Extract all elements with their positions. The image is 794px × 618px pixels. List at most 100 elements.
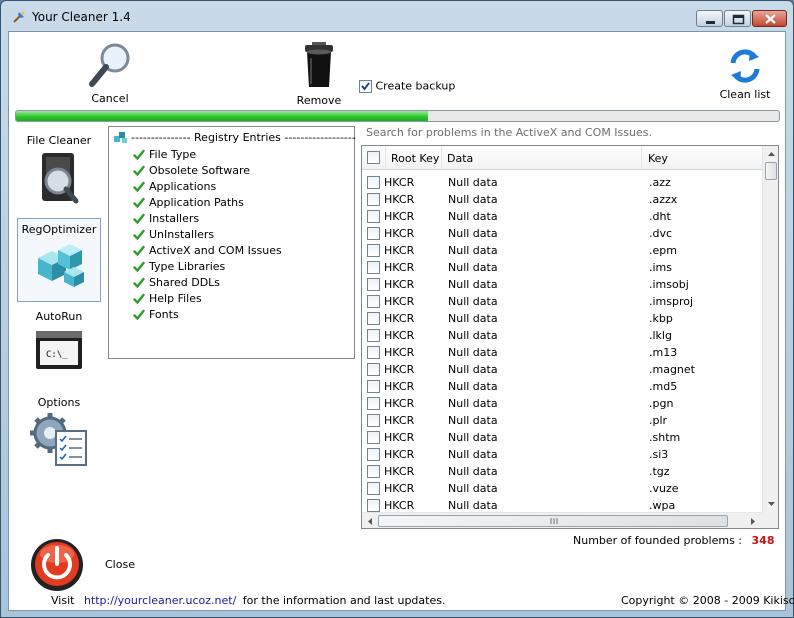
header-key[interactable]: Key xyxy=(642,146,762,170)
cell-key: .ims xyxy=(649,261,672,274)
close-button[interactable] xyxy=(29,537,85,596)
select-all-checkbox[interactable] xyxy=(367,151,380,164)
scroll-up-icon[interactable] xyxy=(763,148,779,160)
problem-count-value: 348 xyxy=(751,534,775,547)
green-check-icon[interactable] xyxy=(133,213,145,225)
cell-root-key: HKCR xyxy=(384,397,415,410)
scroll-left-icon[interactable] xyxy=(364,513,376,529)
table-row[interactable]: HKCR Null data .dvc xyxy=(362,225,762,242)
sidebar-item-label: AutoRun xyxy=(35,310,83,323)
horizontal-scrollbar[interactable] xyxy=(362,512,762,529)
problem-count: Number of founded problems : 348 xyxy=(573,534,774,547)
cell-root-key: HKCR xyxy=(384,261,415,274)
cell-key: .imsobj xyxy=(649,278,689,291)
table-row[interactable]: HKCR Null data .plr xyxy=(362,412,762,429)
row-checkbox[interactable] xyxy=(367,465,380,478)
cell-root-key: HKCR xyxy=(384,363,415,376)
trash-can-icon xyxy=(305,42,333,87)
green-check-icon[interactable] xyxy=(133,165,145,177)
create-backup-option[interactable]: Create backup xyxy=(359,79,455,93)
cell-root-key: HKCR xyxy=(384,329,415,342)
row-checkbox[interactable] xyxy=(367,448,380,461)
cell-data: Null data xyxy=(448,465,498,478)
green-check-icon[interactable] xyxy=(133,293,145,305)
green-check-icon[interactable] xyxy=(133,229,145,241)
sidebar-item-options[interactable]: Options xyxy=(17,392,101,474)
header-data[interactable]: Data xyxy=(442,146,642,170)
row-checkbox[interactable] xyxy=(367,499,380,512)
header-select-all[interactable] xyxy=(362,146,386,170)
row-checkbox[interactable] xyxy=(367,380,380,393)
green-check-icon[interactable] xyxy=(133,261,145,273)
vertical-scroll-thumb[interactable] xyxy=(765,162,777,180)
row-checkbox[interactable] xyxy=(367,193,380,206)
row-checkbox[interactable] xyxy=(367,397,380,410)
table-row[interactable]: HKCR Null data .vuze xyxy=(362,480,762,497)
title-bar[interactable]: Your Cleaner 1.4 xyxy=(1,1,793,31)
cancel-button[interactable]: Cancel xyxy=(81,38,139,105)
create-backup-checkbox[interactable] xyxy=(359,79,372,93)
minimize-button[interactable] xyxy=(696,10,723,27)
row-checkbox[interactable] xyxy=(367,227,380,240)
table-row[interactable]: HKCR Null data .ims xyxy=(362,259,762,276)
table-row[interactable]: HKCR Null data .md5 xyxy=(362,378,762,395)
row-checkbox[interactable] xyxy=(367,346,380,359)
table-row[interactable]: HKCR Null data .si3 xyxy=(362,446,762,463)
green-check-icon[interactable] xyxy=(133,277,145,289)
table-row[interactable]: HKCR Null data .azzx xyxy=(362,191,762,208)
remove-button[interactable]: Remove xyxy=(289,38,349,107)
green-check-icon[interactable] xyxy=(133,149,145,161)
table-row[interactable]: HKCR Null data .magnet xyxy=(362,361,762,378)
row-checkbox[interactable] xyxy=(367,414,380,427)
cell-key: .epm xyxy=(649,244,677,257)
power-icon[interactable] xyxy=(29,537,85,593)
sidebar-item-regoptimizer[interactable]: RegOptimizer xyxy=(17,218,101,302)
row-checkbox[interactable] xyxy=(367,482,380,495)
table-row[interactable]: HKCR Null data .shtm xyxy=(362,429,762,446)
row-checkbox[interactable] xyxy=(367,244,380,257)
green-check-icon[interactable] xyxy=(133,181,145,193)
scroll-down-icon[interactable] xyxy=(763,498,779,510)
table-row[interactable]: HKCR Null data .imsobj xyxy=(362,276,762,293)
sidebar-item-autorun[interactable]: AutoRun C:\_ xyxy=(17,306,101,386)
cell-key: .lklg xyxy=(649,329,672,342)
row-checkbox[interactable] xyxy=(367,431,380,444)
scan-progress-fill xyxy=(16,111,429,121)
horizontal-scroll-thumb[interactable] xyxy=(378,515,728,527)
tree-item-label: Fonts xyxy=(149,308,179,321)
cell-root-key: HKCR xyxy=(384,482,415,495)
row-checkbox[interactable] xyxy=(367,363,380,376)
green-check-icon[interactable] xyxy=(133,309,145,321)
row-checkbox[interactable] xyxy=(367,210,380,223)
table-row[interactable]: HKCR Null data .tgz xyxy=(362,463,762,480)
row-checkbox[interactable] xyxy=(367,329,380,342)
clean-list-button[interactable]: Clean list xyxy=(717,46,773,106)
cell-root-key: HKCR xyxy=(384,499,415,512)
green-check-icon[interactable] xyxy=(133,197,145,209)
header-root-key[interactable]: Root Key xyxy=(386,146,442,170)
table-row[interactable]: HKCR Null data .pgn xyxy=(362,395,762,412)
vertical-scrollbar[interactable] xyxy=(762,146,779,512)
cell-data: Null data xyxy=(448,380,498,393)
table-row[interactable]: HKCR Null data .azz xyxy=(362,174,762,191)
sidebar-item-file-cleaner[interactable]: File Cleaner xyxy=(17,130,101,216)
table-row[interactable]: HKCR Null data .dht xyxy=(362,208,762,225)
scroll-right-icon[interactable] xyxy=(747,513,759,529)
close-window-button[interactable] xyxy=(752,10,787,27)
table-row[interactable]: HKCR Null data .imsproj xyxy=(362,293,762,310)
table-row[interactable]: HKCR Null data .kbp xyxy=(362,310,762,327)
table-row[interactable]: HKCR Null data .epm xyxy=(362,242,762,259)
row-checkbox[interactable] xyxy=(367,261,380,274)
table-row[interactable]: HKCR Null data .m13 xyxy=(362,344,762,361)
row-checkbox[interactable] xyxy=(367,278,380,291)
table-row[interactable]: HKCR Null data .lklg xyxy=(362,327,762,344)
cell-data: Null data xyxy=(448,244,498,257)
column-header-label: Key xyxy=(648,152,668,165)
row-checkbox[interactable] xyxy=(367,295,380,308)
maximize-button[interactable] xyxy=(724,10,751,27)
green-check-icon[interactable] xyxy=(133,245,145,257)
row-checkbox[interactable] xyxy=(367,176,380,189)
website-link[interactable]: http://yourcleaner.ucoz.net/ xyxy=(84,594,236,607)
row-checkbox[interactable] xyxy=(367,312,380,325)
create-backup-label: Create backup xyxy=(375,79,456,93)
